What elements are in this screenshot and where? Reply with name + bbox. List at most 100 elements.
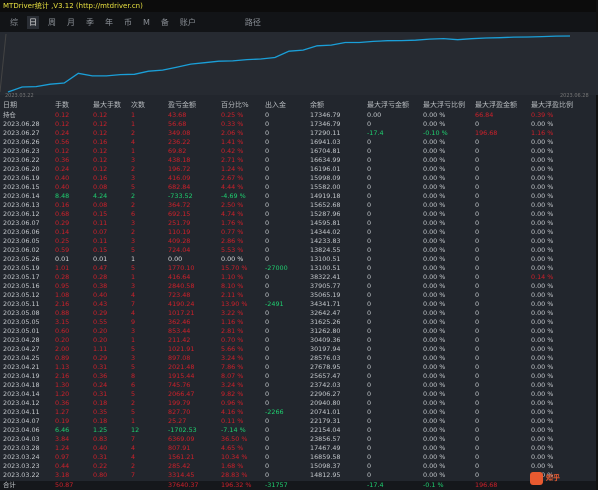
cell-max-float-profit-pct: 0.00 % bbox=[531, 372, 554, 380]
cell-max-float-profit-pct: 0.00 % bbox=[531, 336, 554, 344]
tab-6[interactable]: 币 bbox=[122, 16, 134, 29]
cell-count: 3 bbox=[131, 282, 136, 290]
cell-balance: 15582.00 bbox=[310, 183, 341, 191]
cell-lots: 1.13 bbox=[55, 363, 70, 371]
cell-balance: 14233.83 bbox=[310, 237, 341, 245]
cell-max-float-loss: 0 bbox=[367, 390, 372, 398]
cell-max-lots: 0.08 bbox=[93, 201, 108, 209]
cell-deposit: 0 bbox=[265, 165, 270, 173]
equity-line bbox=[7, 35, 571, 93]
cell-max-float-loss-pct: 0.00 % bbox=[423, 426, 446, 434]
cell-max-float-loss-pct: 0.00 % bbox=[423, 111, 446, 119]
cell-max-float-profit: 0 bbox=[475, 138, 480, 146]
cell-balance: 22154.04 bbox=[310, 426, 341, 434]
cell-pnl: 362.46 bbox=[168, 318, 191, 326]
cell-max-float-loss: 0 bbox=[367, 291, 372, 299]
cell-deposit: 0 bbox=[265, 354, 270, 362]
cell-max-float-profit-pct: 0.00 % bbox=[531, 354, 554, 362]
cell-max-float-loss-pct: -0.1 % bbox=[423, 481, 444, 489]
cell-max-float-loss: 0 bbox=[367, 201, 372, 209]
cell-max-float-loss: 0 bbox=[367, 327, 372, 335]
cell-count: 7 bbox=[131, 471, 136, 479]
tab-8[interactable]: 备 bbox=[159, 16, 171, 29]
cell-max-float-loss-pct: 0.00 % bbox=[423, 201, 446, 209]
stats-window: MTDriver统计 ,V3.12 (http://mtdriver.cn) 综… bbox=[0, 0, 598, 490]
cell-date: 2023.03.23 bbox=[3, 462, 40, 470]
cell-max-float-profit-pct: 0.00 % bbox=[531, 291, 554, 299]
cell-percent: 13.90 % bbox=[221, 300, 248, 308]
cell-max-float-loss: 0 bbox=[367, 399, 372, 407]
cell-percent: 1.41 % bbox=[221, 138, 244, 146]
cell-pnl: 1915.44 bbox=[168, 372, 195, 380]
cell-max-lots: 0.31 bbox=[93, 453, 108, 461]
tab-10[interactable]: 路径 bbox=[243, 16, 263, 29]
equity-chart-svg bbox=[0, 33, 571, 93]
cell-percent: 1.24 % bbox=[221, 165, 244, 173]
cell-max-float-loss: 0 bbox=[367, 363, 372, 371]
tab-3[interactable]: 月 bbox=[65, 16, 77, 29]
cell-max-float-loss: 最大浮亏金额 bbox=[367, 101, 409, 109]
cell-max-float-loss-pct: 0.00 % bbox=[423, 336, 446, 344]
cell-max-lots: 最大手数 bbox=[93, 101, 121, 109]
cell-date: 2023.05.11 bbox=[3, 300, 40, 308]
tab-7[interactable]: M bbox=[141, 17, 152, 28]
cell-lots: 0.68 bbox=[55, 210, 70, 218]
cell-count: 3 bbox=[131, 174, 136, 182]
cell-max-lots: 0.28 bbox=[93, 273, 108, 281]
cell-max-lots: 0.12 bbox=[93, 120, 108, 128]
table-row: 2023.04.12 0.36 0.18 2 199.79 0.96 % 0 20940.80… bbox=[0, 399, 596, 408]
cell-max-float-loss: 0 bbox=[367, 462, 372, 470]
cell-percent: 0.70 % bbox=[221, 336, 244, 344]
cell-date: 日期 bbox=[3, 101, 17, 109]
cell-percent: 0.00 % bbox=[221, 255, 244, 263]
cell-count: 4 bbox=[131, 309, 136, 317]
cell-lots: 3.18 bbox=[55, 471, 70, 479]
cell-balance: 17346.79 bbox=[310, 111, 341, 119]
cell-pnl: 285.42 bbox=[168, 462, 191, 470]
cell-deposit: -2266 bbox=[265, 408, 284, 416]
table-row: 2023.03.24 0.97 0.31 4 1561.21 10.34 % 0 16859.… bbox=[0, 453, 596, 462]
cell-pnl: 37640.37 bbox=[168, 481, 199, 489]
cell-balance: 余额 bbox=[310, 101, 324, 109]
cell-max-lots: 0.08 bbox=[93, 183, 108, 191]
cell-deposit: 0 bbox=[265, 372, 270, 380]
cell-max-float-loss-pct: 0.00 % bbox=[423, 282, 446, 290]
tab-4[interactable]: 季 bbox=[84, 16, 96, 29]
watermark-text: 知乎 bbox=[546, 474, 560, 482]
cell-balance: 38322.41 bbox=[310, 273, 341, 281]
cell-max-float-profit: 0 bbox=[475, 426, 480, 434]
cell-date: 2023.04.25 bbox=[3, 354, 40, 362]
cell-lots: 0.01 bbox=[55, 255, 70, 263]
cell-pnl: 6369.09 bbox=[168, 435, 195, 443]
tab-1[interactable]: 日 bbox=[27, 15, 39, 29]
table-header: 日期 手数 最大手数 次数 盈亏金额 百分比% 出入金 余额 最大浮亏金额 最大浮亏比例 最大浮盈金… bbox=[0, 101, 596, 111]
cell-max-float-loss-pct: 0.00 % bbox=[423, 174, 446, 182]
cell-pnl: 110.19 bbox=[168, 228, 191, 236]
window-title: MTDriver统计 ,V3.12 (http://mtdriver.cn) bbox=[0, 0, 596, 12]
tab-5[interactable]: 年 bbox=[103, 16, 115, 29]
cell-pnl: 807.91 bbox=[168, 444, 191, 452]
cell-max-float-loss: 0 bbox=[367, 165, 372, 173]
cell-balance: 25657.47 bbox=[310, 372, 341, 380]
table-row: 2023.05.17 0.28 0.28 1 416.64 1.10 % 0 38322.41… bbox=[0, 273, 596, 282]
cell-date: 2023.06.14 bbox=[3, 192, 40, 200]
cell-percent: 5.53 % bbox=[221, 246, 244, 254]
tab-2[interactable]: 周 bbox=[46, 16, 58, 29]
cell-count: 3 bbox=[131, 354, 136, 362]
cell-max-float-loss: 0 bbox=[367, 300, 372, 308]
cell-deposit: 0 bbox=[265, 345, 270, 353]
cell-max-float-loss-pct: 0.00 % bbox=[423, 147, 446, 155]
cell-max-float-loss: 0 bbox=[367, 282, 372, 290]
cell-count: 1 bbox=[131, 120, 136, 128]
table-row: 2023.05.08 0.88 0.29 4 1017.21 3.22 % 0 32642.4… bbox=[0, 309, 596, 318]
cell-date: 2023.04.06 bbox=[3, 426, 40, 434]
cell-percent: 0.33 % bbox=[221, 120, 244, 128]
tab-9[interactable]: 账户 bbox=[178, 16, 198, 29]
cell-date: 2023.06.19 bbox=[3, 174, 40, 182]
cell-max-lots: 0.12 bbox=[93, 156, 108, 164]
cell-max-float-loss: 0 bbox=[367, 417, 372, 425]
tab-0[interactable]: 综 bbox=[8, 16, 20, 29]
equity-chart bbox=[0, 32, 598, 95]
cell-count: 5 bbox=[131, 264, 136, 272]
cell-percent: 8.10 % bbox=[221, 282, 244, 290]
